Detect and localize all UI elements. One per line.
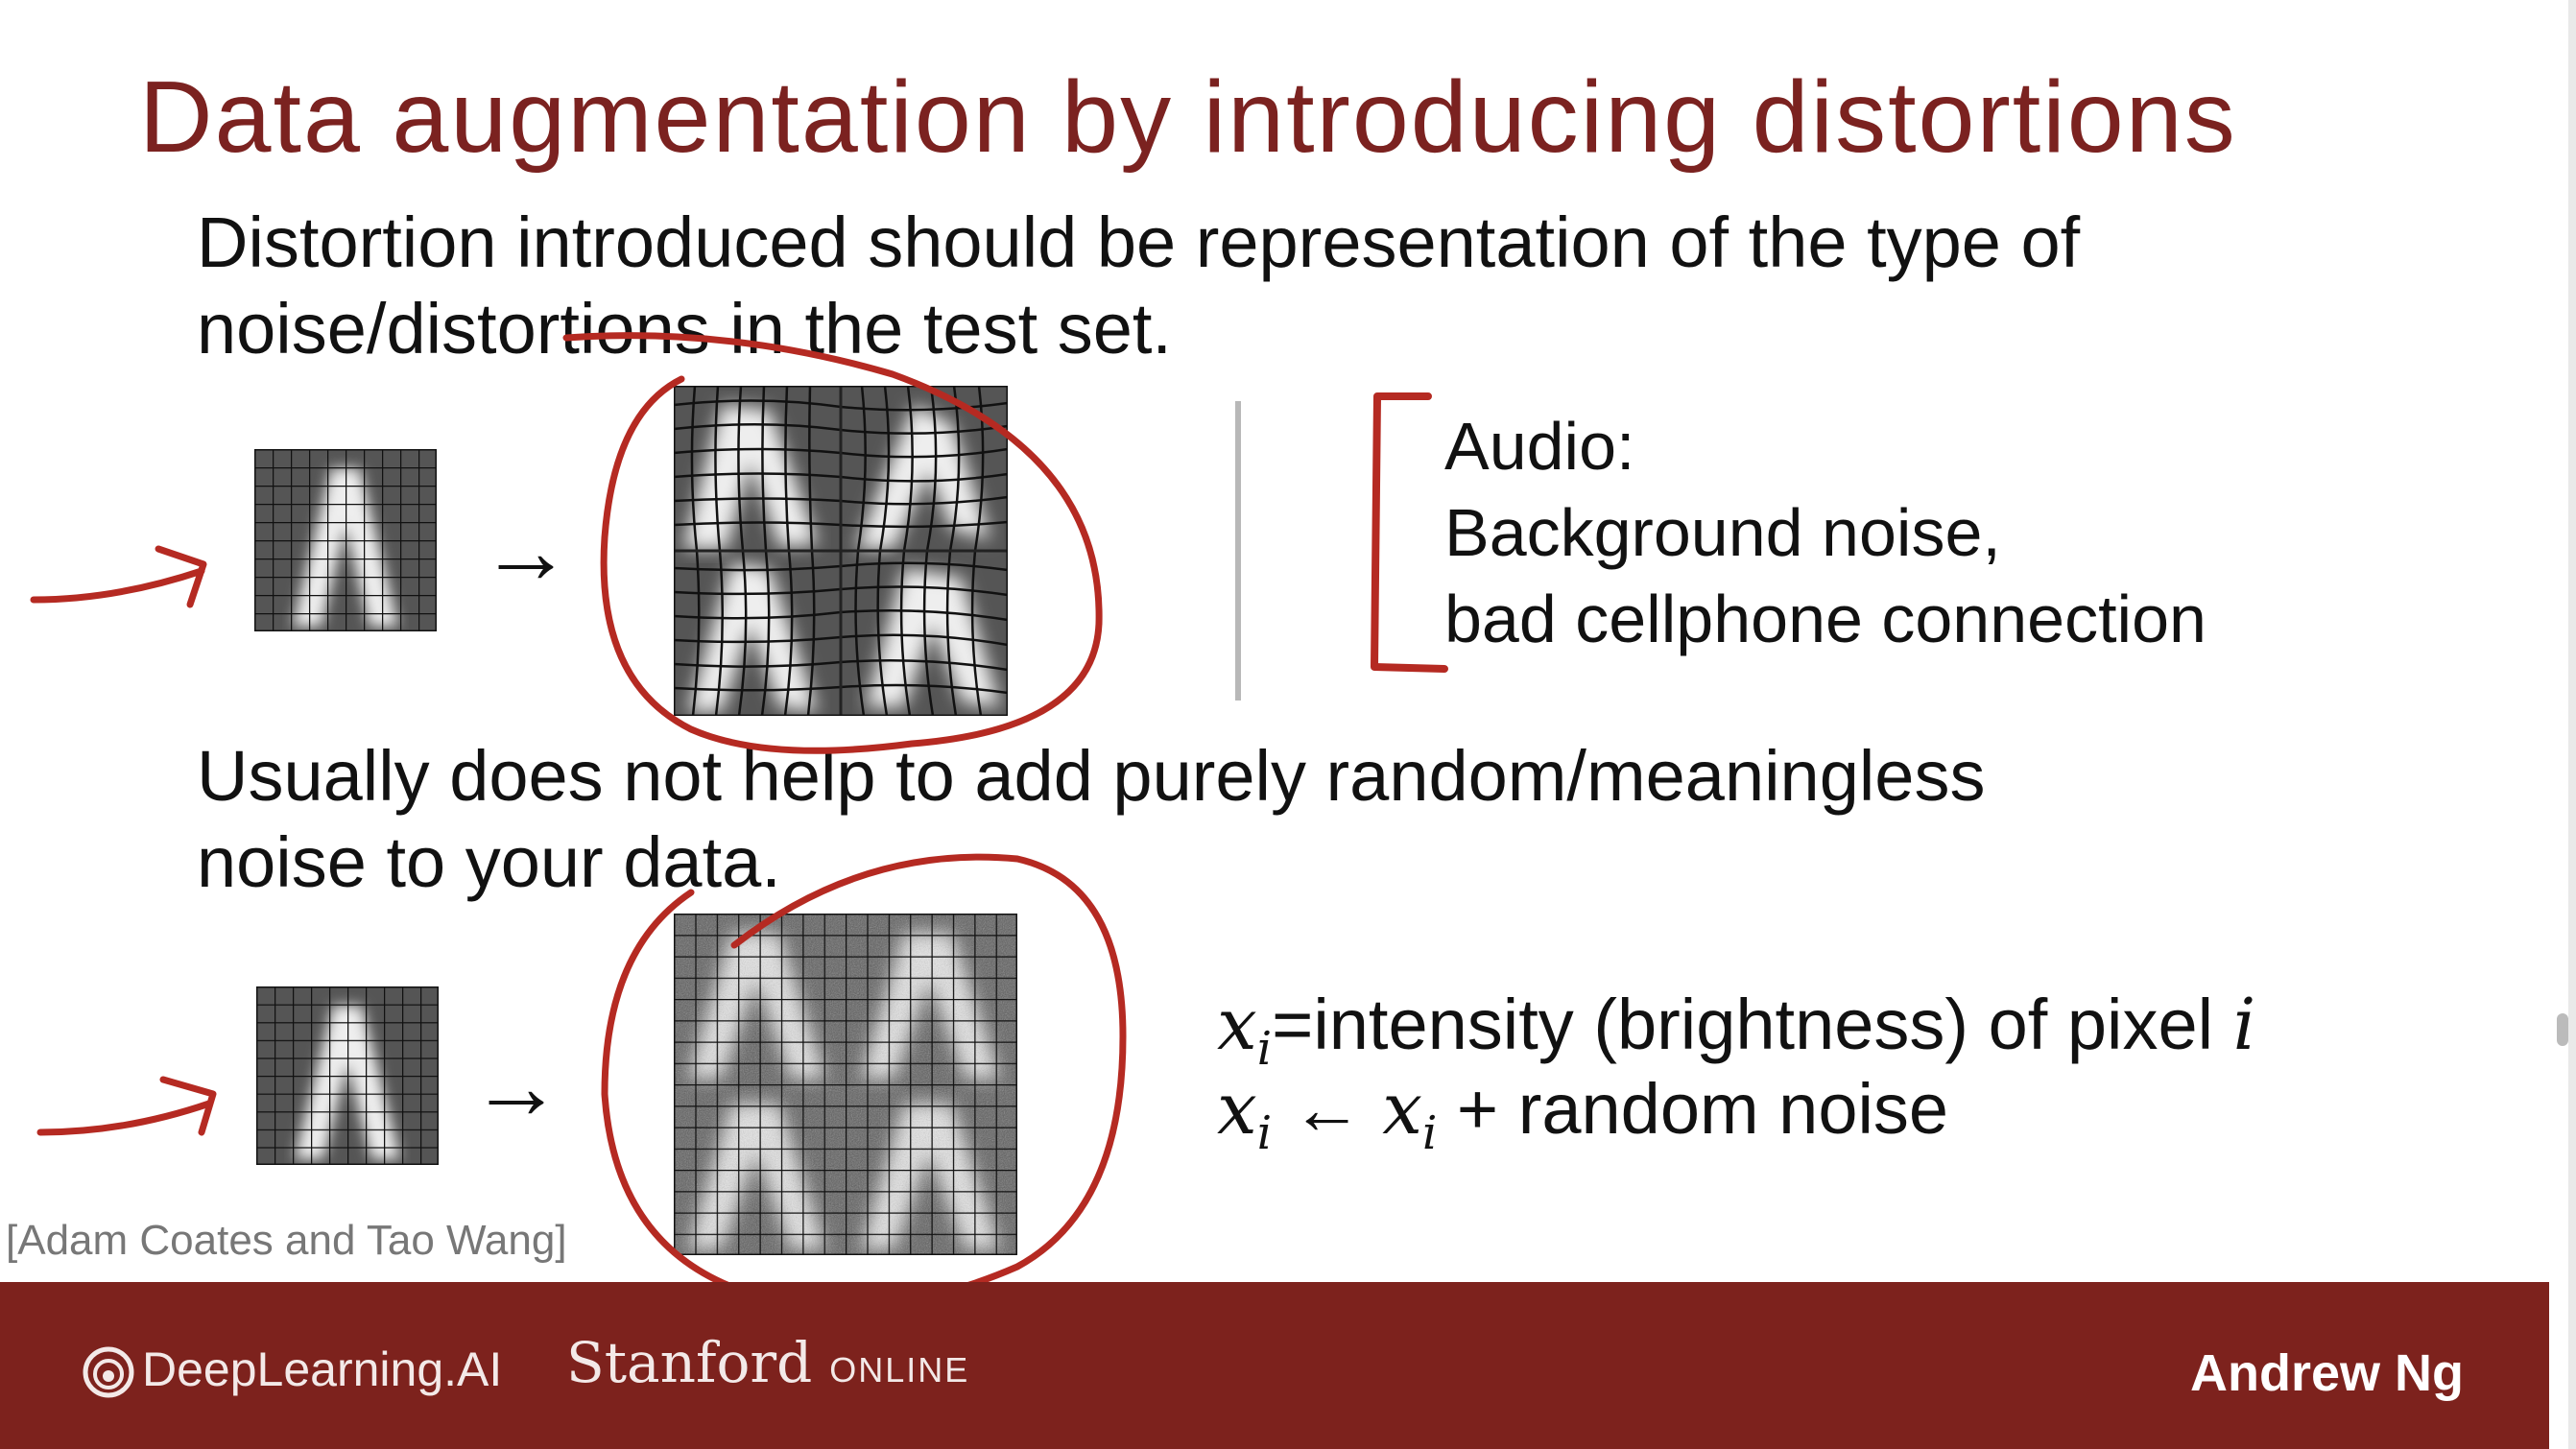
circle-noisy-image [601,853,1127,1310]
author-name: Andrew Ng [2190,1344,2465,1402]
scrollbar-thumb[interactable] [2557,1013,2568,1046]
pointer-arrow-bottom [36,1100,213,1136]
deeplearning-logo-icon [83,1346,134,1398]
scrollbar-track[interactable] [2568,0,2576,1449]
pointer-arrow-top [30,567,205,604]
deeplearning-logo-text: DeepLearning.AI [142,1342,503,1396]
stanford-logo-text: Stanford [566,1330,813,1395]
stanford-online-logo: Stanford ONLINE [566,1330,969,1395]
circle-warped-image [562,332,1103,754]
handwritten-annotations [30,332,1127,1310]
stanford-online-text: ONLINE [829,1350,970,1390]
